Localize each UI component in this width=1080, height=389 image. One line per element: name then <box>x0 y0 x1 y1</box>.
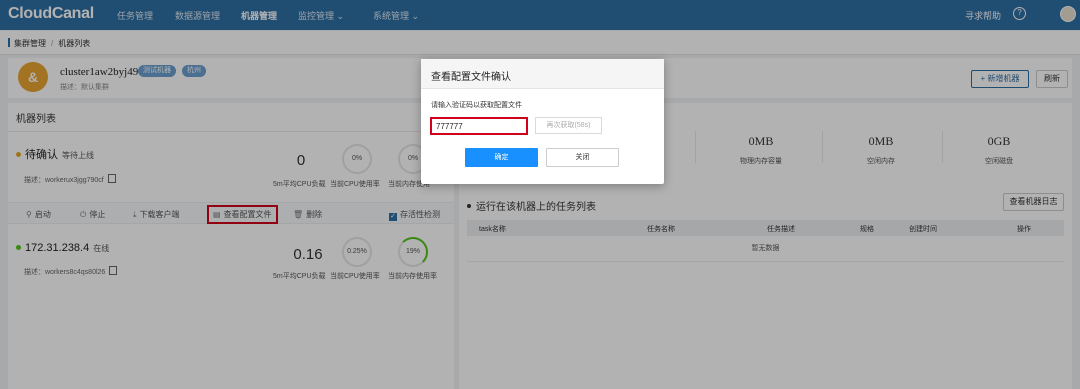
dialog-title: 查看配置文件确认 <box>431 72 511 83</box>
view-config-dialog: 查看配置文件确认 请输入验证码以获取配置文件 再次获取(58s) 确定 关闭 <box>421 59 664 184</box>
dialog-prompt: 请输入验证码以获取配置文件 <box>431 102 522 109</box>
verification-code-input[interactable] <box>430 117 528 135</box>
close-button[interactable]: 关闭 <box>546 148 619 167</box>
resend-code-button[interactable]: 再次获取(58s) <box>535 117 602 134</box>
confirm-button[interactable]: 确定 <box>465 148 538 167</box>
dialog-header: 查看配置文件确认 <box>421 59 664 89</box>
